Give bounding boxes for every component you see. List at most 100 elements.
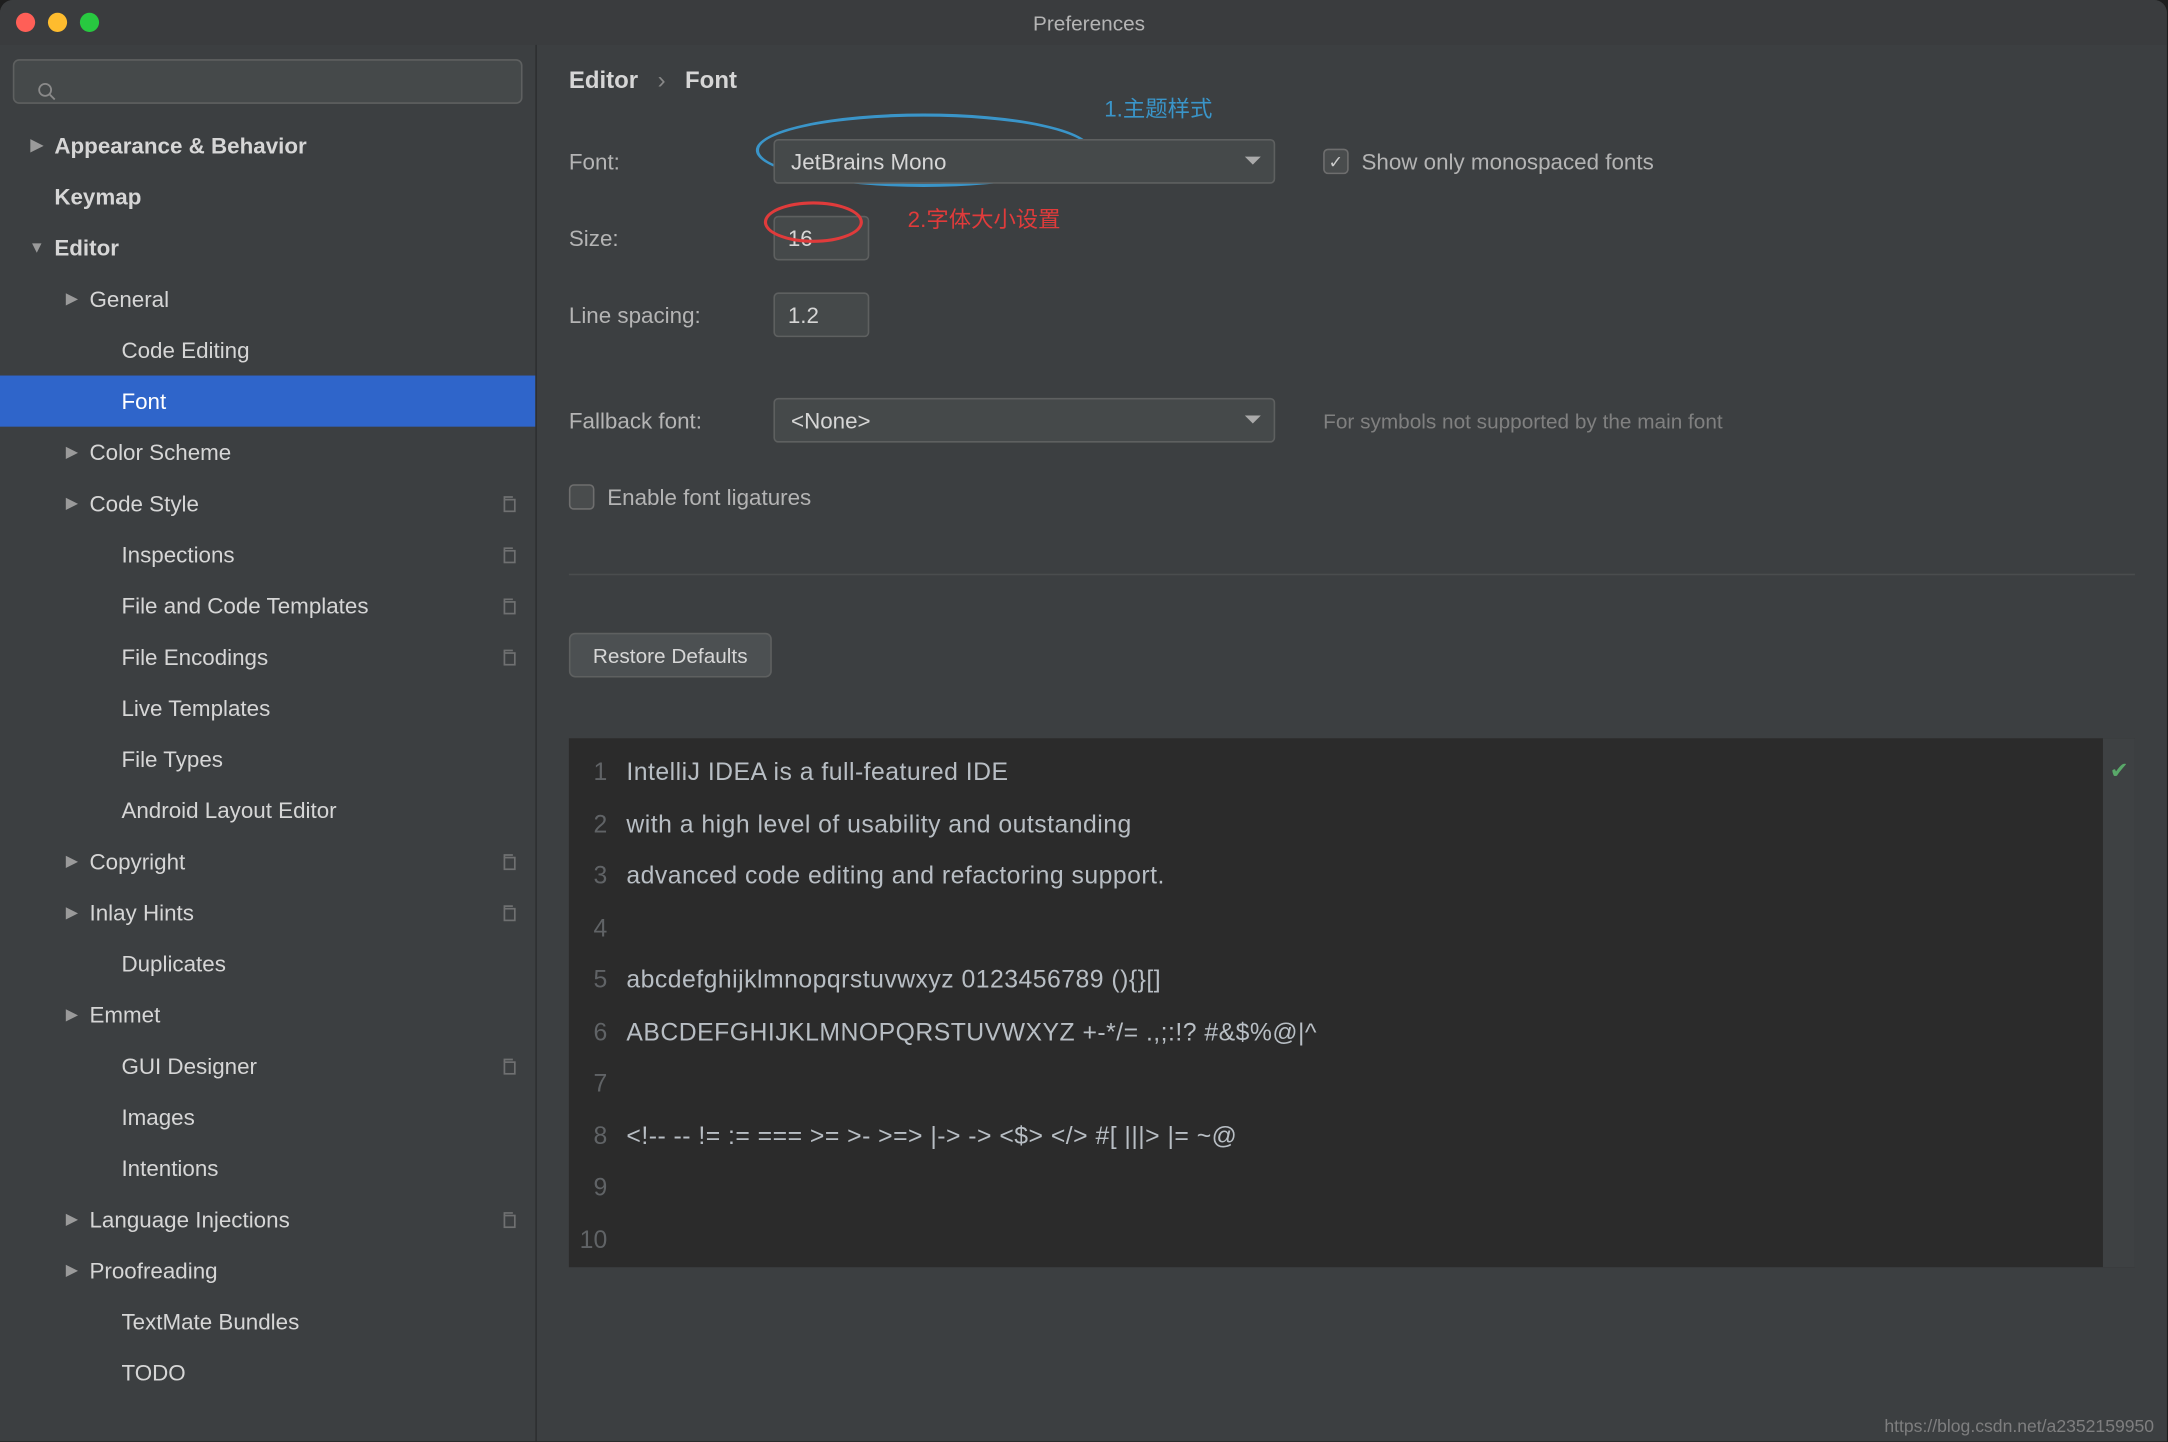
sidebar-item-label: Duplicates: [121, 951, 519, 977]
settings-tree[interactable]: ▶ Appearance & Behavior Keymap ▼ Editor ▶ Gene…: [0, 120, 535, 1442]
watermark: https://blog.csdn.net/a2352159950: [1884, 1417, 2154, 1436]
sidebar-item-label: Images: [121, 1104, 519, 1130]
sidebar-item-emmet[interactable]: ▶ Emmet: [0, 989, 535, 1040]
chevron-right-icon: ▶: [61, 443, 83, 461]
sidebar-item-label: Inlay Hints: [89, 900, 498, 926]
font-label: Font:: [569, 149, 748, 175]
line-spacing-label: Line spacing:: [569, 302, 748, 328]
chevron-down-icon: ▼: [26, 239, 48, 257]
breadcrumb-child: Font: [685, 67, 737, 94]
sidebar-item-editor[interactable]: ▼ Editor: [0, 222, 535, 273]
chevron-right-icon: ▶: [61, 290, 83, 308]
sidebar-item-font[interactable]: Font: [0, 376, 535, 427]
sidebar-item-label: File Encodings: [121, 644, 498, 670]
search-wrapper: [13, 59, 523, 104]
sidebar-item-label: Live Templates: [121, 695, 519, 721]
sidebar-item-keymap[interactable]: Keymap: [0, 171, 535, 222]
sidebar-item-todo[interactable]: TODO: [0, 1347, 535, 1398]
sidebar-item-file-encodings[interactable]: File Encodings: [0, 631, 535, 682]
sidebar-item-label: Emmet: [89, 1002, 519, 1028]
fallback-select[interactable]: <None>: [773, 398, 1275, 443]
search-icon: [37, 81, 56, 100]
size-label: Size:: [569, 225, 748, 251]
sidebar-item-label: Code Style: [89, 491, 498, 517]
sidebar-item-language-injections[interactable]: ▶ Language Injections: [0, 1194, 535, 1245]
font-preview: 12345678910 IntelliJ IDEA is a full-feat…: [569, 738, 2135, 1268]
line-spacing-input[interactable]: [773, 292, 869, 337]
check-icon: ✔: [2110, 748, 2129, 795]
sidebar-item-color-scheme[interactable]: ▶ Color Scheme: [0, 427, 535, 478]
font-form: 1.主题样式 2.字体大小设置 Font: JetBrains Mono Sho…: [569, 139, 2135, 1268]
sidebar-item-label: Language Injections: [89, 1206, 498, 1232]
sidebar-item-label: Android Layout Editor: [121, 797, 519, 823]
sidebar-item-code-editing[interactable]: Code Editing: [0, 324, 535, 375]
chevron-right-icon: ▶: [61, 1006, 83, 1024]
sidebar-item-label: Appearance & Behavior: [54, 133, 519, 159]
sidebar-item-live-templates[interactable]: Live Templates: [0, 682, 535, 733]
checkbox-icon: [569, 484, 595, 510]
sidebar-item-label: File and Code Templates: [121, 593, 498, 619]
chevron-down-icon: [1245, 415, 1261, 423]
sidebar-item-intentions[interactable]: Intentions: [0, 1143, 535, 1194]
breadcrumb: Editor › Font: [569, 67, 2135, 94]
sidebar-item-inlay-hints[interactable]: ▶ Inlay Hints: [0, 887, 535, 938]
sidebar-item-label: Copyright: [89, 849, 498, 875]
font-select-value: JetBrains Mono: [791, 149, 946, 175]
breadcrumb-parent[interactable]: Editor: [569, 67, 638, 94]
sidebar-item-label: File Types: [121, 746, 519, 772]
preview-gutter: 12345678910: [569, 738, 617, 1268]
sidebar-item-inspections[interactable]: Inspections: [0, 529, 535, 580]
chevron-right-icon: ▶: [61, 495, 83, 513]
sidebar-item-label: TextMate Bundles: [121, 1309, 519, 1335]
sidebar-item-file-types[interactable]: File Types: [0, 733, 535, 784]
chevron-right-icon: ▶: [26, 137, 48, 155]
ligatures-label: Enable font ligatures: [607, 484, 811, 510]
sidebar-item-label: Editor: [54, 235, 519, 261]
sidebar-item-label: Code Editing: [121, 337, 519, 363]
titlebar: Preferences: [0, 0, 2167, 45]
monospace-checkbox[interactable]: Show only monospaced fonts: [1323, 149, 1654, 175]
ligatures-checkbox[interactable]: Enable font ligatures: [569, 484, 2135, 510]
sidebar-item-label: General: [89, 286, 519, 312]
checkbox-icon: [1323, 149, 1349, 175]
sidebar-item-label: Keymap: [54, 184, 519, 210]
monospace-label: Show only monospaced fonts: [1361, 149, 1653, 175]
restore-defaults-button[interactable]: Restore Defaults: [569, 633, 772, 678]
content-panel: Editor › Font 1.主题样式 2.字体大小设置 Font: JetB…: [537, 45, 2167, 1442]
sidebar-item-android-layout-editor[interactable]: Android Layout Editor: [0, 785, 535, 836]
fallback-label: Fallback font:: [569, 407, 748, 433]
size-input[interactable]: [773, 216, 869, 261]
sidebar-item-appearance-behavior[interactable]: ▶ Appearance & Behavior: [0, 120, 535, 171]
sidebar-item-textmate-bundles[interactable]: TextMate Bundles: [0, 1296, 535, 1347]
chevron-right-icon: ▶: [61, 1210, 83, 1228]
sidebar-item-general[interactable]: ▶ General: [0, 273, 535, 324]
divider: [569, 574, 2135, 576]
sidebar: ▶ Appearance & Behavior Keymap ▼ Editor ▶ Gene…: [0, 45, 537, 1442]
chevron-right-icon: ›: [658, 67, 666, 94]
chevron-right-icon: ▶: [61, 1262, 83, 1280]
sidebar-item-label: Font: [121, 388, 519, 414]
sidebar-item-copyright[interactable]: ▶ Copyright: [0, 836, 535, 887]
sidebar-item-label: Inspections: [121, 542, 498, 568]
sidebar-item-label: GUI Designer: [121, 1053, 498, 1079]
search-input[interactable]: [13, 59, 523, 104]
font-select[interactable]: JetBrains Mono: [773, 139, 1275, 184]
sidebar-item-file-and-code-templates[interactable]: File and Code Templates: [0, 580, 535, 631]
sidebar-item-label: Proofreading: [89, 1258, 519, 1284]
preferences-window: Preferences ▶ Appearance & Behavior Keymap…: [0, 0, 2167, 1441]
chevron-right-icon: ▶: [61, 904, 83, 922]
window-title: Preferences: [11, 10, 2167, 34]
annotation-text-blue: 1.主题样式: [1104, 93, 1212, 125]
chevron-right-icon: ▶: [61, 853, 83, 871]
sidebar-item-duplicates[interactable]: Duplicates: [0, 938, 535, 989]
sidebar-item-proofreading[interactable]: ▶ Proofreading: [0, 1245, 535, 1296]
sidebar-item-label: Intentions: [121, 1155, 519, 1181]
sidebar-item-images[interactable]: Images: [0, 1091, 535, 1142]
fallback-value: <None>: [791, 407, 871, 433]
fallback-hint: For symbols not supported by the main fo…: [1323, 408, 1723, 432]
preview-code: IntelliJ IDEA is a full-featured IDE wit…: [617, 738, 2103, 1268]
sidebar-item-label: Color Scheme: [89, 439, 519, 465]
sidebar-item-code-style[interactable]: ▶ Code Style: [0, 478, 535, 529]
chevron-down-icon: [1245, 157, 1261, 165]
sidebar-item-gui-designer[interactable]: GUI Designer: [0, 1040, 535, 1091]
